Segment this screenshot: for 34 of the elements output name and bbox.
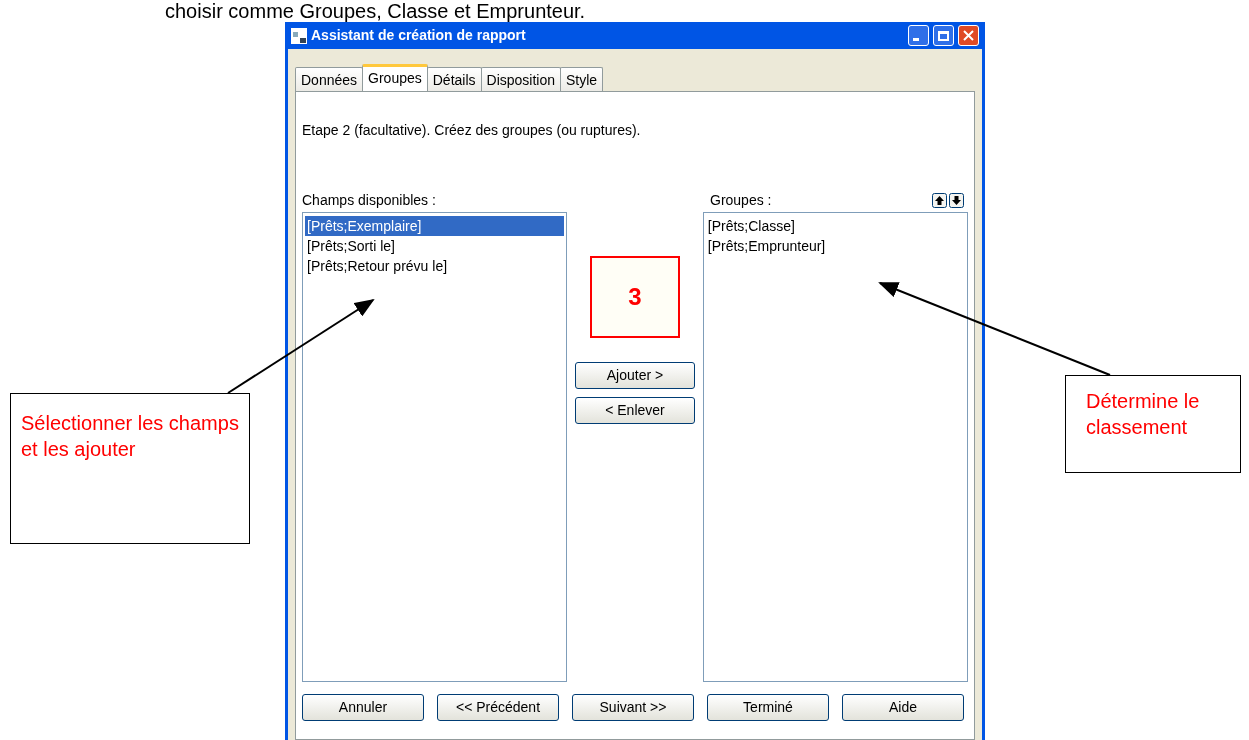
close-button[interactable] — [958, 25, 979, 46]
annotation-box: Sélectionner les champs et les ajouter — [10, 393, 250, 544]
step-text: Etape 2 (facultative). Créez des groupes (ou ruptures). — [302, 121, 642, 140]
footer-button[interactable]: Suivant >> — [572, 694, 694, 721]
app-icon — [291, 27, 307, 44]
footer-button[interactable]: Terminé — [707, 694, 829, 721]
footer-button[interactable]: Aide — [842, 694, 964, 721]
footer-button[interactable]: Annuler — [302, 694, 424, 721]
step-badge: 3 — [590, 256, 680, 338]
available-fields-list[interactable]: [Prêts;Exemplaire] [Prêts;Sorti le] [Prêts;Retour prévu le] — [302, 212, 568, 682]
list-item[interactable]: [Prêts;Retour prévu le] — [305, 256, 450, 276]
tab[interactable]: Disposition — [480, 67, 562, 91]
list-item[interactable]: [Prêts;Classe] — [705, 216, 797, 236]
move-down-icon[interactable] — [949, 192, 964, 208]
list-item[interactable]: [Prêts;Emprunteur] — [705, 236, 828, 256]
window-title: Assistant de création de rapport — [311, 26, 527, 45]
minimize-button[interactable] — [908, 25, 929, 46]
remove-button[interactable]: < Enlever — [575, 397, 695, 424]
field-label: Groupes : — [710, 190, 773, 210]
tab[interactable]: Détails — [426, 67, 482, 91]
caption-text: choisir comme Groupes, Classe et Emprunteur. — [165, 0, 586, 22]
close-icon — [963, 30, 974, 41]
tab[interactable]: Style — [560, 67, 604, 91]
footer-button[interactable]: << Précédent — [437, 694, 559, 721]
annotation-box: Détermine le classement — [1065, 375, 1241, 473]
move-up-icon[interactable] — [932, 192, 947, 208]
add-button[interactable]: Ajouter > — [575, 362, 695, 389]
list-item[interactable]: [Prêts;Exemplaire] — [305, 216, 565, 236]
maximize-button[interactable] — [933, 25, 954, 46]
tab[interactable]: Groupes — [362, 64, 428, 91]
groups-list[interactable]: [Prêts;Classe] [Prêts;Emprunteur] — [702, 212, 968, 682]
list-item[interactable]: [Prêts;Sorti le] — [305, 236, 397, 256]
field-label: Champs disponibles : — [302, 190, 437, 210]
tab[interactable]: Données — [295, 67, 364, 91]
